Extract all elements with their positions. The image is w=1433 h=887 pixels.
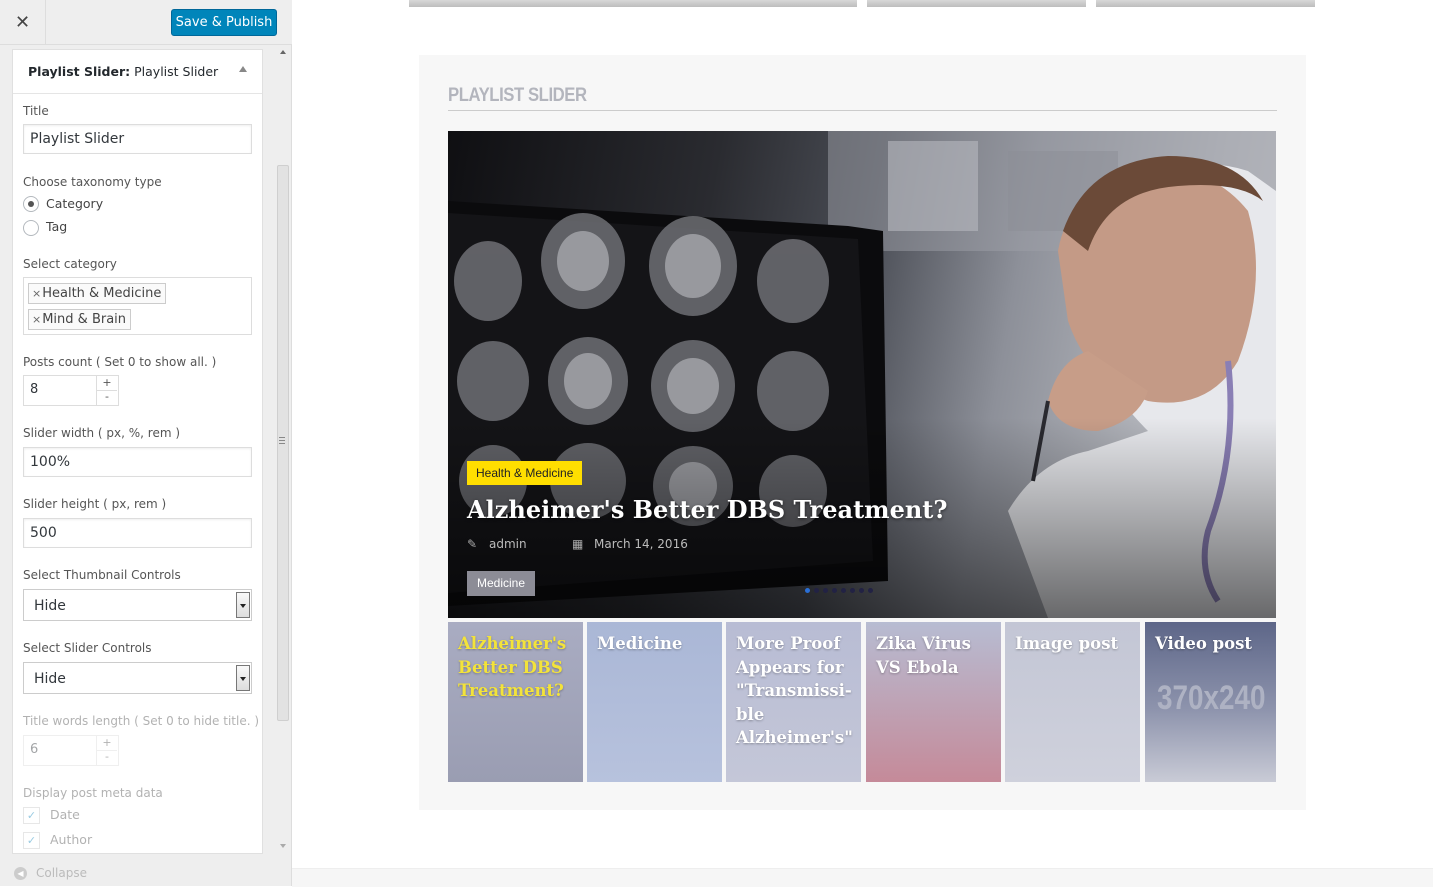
pencil-icon: ✎ [467, 537, 478, 551]
sidebar-scrollbar[interactable] [276, 45, 291, 854]
previous-widget-image [867, 0, 1086, 7]
hero-date: ▦ March 14, 2016 [572, 537, 688, 551]
site-preview: PLAYLIST SLIDER Health & Medicine Alzhei… [292, 0, 1433, 887]
calendar-icon: ▦ [572, 537, 584, 551]
decrement-button[interactable]: - [97, 750, 117, 764]
radio-tag-label: Tag [46, 219, 68, 234]
thumbnail-title: Image post [1015, 634, 1119, 653]
thumbnail-item[interactable]: Zika Virus VS Ebola [866, 622, 1001, 782]
collapse-label: Collapse [36, 866, 87, 880]
remove-icon[interactable]: × [32, 287, 41, 300]
remove-icon[interactable]: × [32, 313, 41, 326]
radio-category[interactable] [23, 196, 39, 212]
increment-button[interactable]: + [97, 376, 117, 391]
category-chip[interactable]: ×Health & Medicine [28, 283, 167, 304]
title-words-stepper[interactable]: 6 + - [23, 735, 119, 766]
playlist-slider-widget: PLAYLIST SLIDER Health & Medicine Alzhei… [419, 55, 1306, 810]
collapse-caret-icon[interactable] [239, 66, 247, 72]
category-multiselect[interactable]: ×Health & Medicine ×Mind & Brain [23, 277, 252, 335]
widget-title: PLAYLIST SLIDER [448, 85, 587, 106]
date-checkbox-label: Date [50, 807, 80, 822]
author-checkbox[interactable]: ✓ [23, 832, 40, 849]
thumbnail-item[interactable]: Image post [1005, 622, 1140, 782]
slider-width-label: Slider width ( px, %, rem ) [23, 426, 181, 440]
thumb-controls-select[interactable]: Hide [23, 589, 252, 621]
thumbnail-title: Alzheimer's Better DBS Treatment? [458, 634, 567, 700]
thumbnail-item[interactable]: Alzheimer's Better DBS Treatment? [448, 622, 583, 782]
hero-tag-badge[interactable]: Medicine [467, 571, 536, 596]
collapse-button[interactable]: ◀ Collapse [14, 866, 87, 880]
thumb-controls-label: Select Thumbnail Controls [23, 568, 181, 582]
thumbnail-item[interactable]: Medicine [587, 622, 722, 782]
thumbnail-title: Medicine [597, 634, 683, 653]
thumbnail-placeholder: 370x240 [1157, 679, 1266, 717]
monitor-lights [805, 582, 877, 597]
thumbnail-item[interactable]: Video post 370x240 [1145, 622, 1276, 782]
thumb-controls-value: Hide [34, 598, 66, 614]
meta-label: Display post meta data [23, 786, 163, 800]
title-input[interactable]: Playlist Slider [23, 124, 252, 154]
slider-controls-select[interactable]: Hide [23, 662, 252, 694]
chevron-down-icon[interactable] [236, 592, 250, 618]
widget-panel-header[interactable]: Playlist Slider: Playlist Slider [13, 50, 262, 94]
customizer-sidebar: ✕ Save & Publish Playlist Slider: Playli… [0, 0, 292, 886]
slider-width-input[interactable]: 100% [23, 447, 252, 477]
title-label: Title [23, 104, 49, 118]
title-words-value[interactable]: 6 [30, 742, 38, 757]
thumbnail-title: More Proof Appears for "Transmissi-ble A… [736, 634, 853, 747]
scroll-down-icon[interactable] [280, 844, 286, 848]
posts-count-value[interactable]: 8 [30, 382, 38, 397]
widget-panel: Playlist Slider: Playlist Slider Title P… [12, 49, 263, 854]
radio-tag[interactable] [23, 220, 39, 236]
author-checkbox-label: Author [50, 832, 93, 847]
decrement-button[interactable]: - [97, 390, 117, 404]
collapse-arrow-icon: ◀ [14, 867, 27, 880]
date-checkbox[interactable]: ✓ [23, 807, 40, 824]
slider-controls-label: Select Slider Controls [23, 641, 152, 655]
grip-icon [279, 437, 285, 444]
scroll-up-icon[interactable] [280, 50, 286, 54]
slider-height-label: Slider height ( px, rem ) [23, 497, 167, 511]
hero-title[interactable]: Alzheimer's Better DBS Treatment? [467, 495, 947, 524]
radio-category-label: Category [46, 196, 104, 211]
customizer-header: ✕ Save & Publish [0, 0, 292, 45]
save-publish-button[interactable]: Save & Publish [171, 9, 277, 36]
chevron-down-icon[interactable] [236, 665, 250, 691]
thumbnail-item[interactable]: More Proof Appears for "Transmissi-ble A… [726, 622, 861, 782]
previous-widget-image [1096, 0, 1315, 7]
slider-height-input[interactable]: 500 [23, 518, 252, 548]
category-label: Select category [23, 257, 117, 271]
previous-widget-image [409, 0, 857, 7]
category-chip[interactable]: ×Mind & Brain [28, 309, 132, 330]
thumbnail-title: Video post [1155, 634, 1253, 653]
hero-slide[interactable]: Health & Medicine Alzheimer's Better DBS… [448, 131, 1276, 618]
hero-author[interactable]: ✎ admin [467, 537, 527, 551]
title-divider [448, 110, 1277, 111]
posts-count-label: Posts count ( Set 0 to show all. ) [23, 355, 217, 369]
posts-count-stepper[interactable]: 8 + - [23, 375, 119, 406]
preview-footer [292, 868, 1433, 887]
taxonomy-label: Choose taxonomy type [23, 175, 162, 189]
widget-panel-title: Playlist Slider: Playlist Slider [28, 64, 219, 79]
thumbnail-strip: Alzheimer's Better DBS Treatment? Medici… [448, 622, 1276, 782]
increment-button[interactable]: + [97, 736, 117, 751]
title-words-label: Title words length ( Set 0 to hide title… [23, 714, 260, 728]
slider-controls-value: Hide [34, 671, 66, 687]
thumbnail-title: Zika Virus VS Ebola [876, 634, 971, 677]
close-icon[interactable]: ✕ [0, 0, 46, 45]
hero-category-badge[interactable]: Health & Medicine [467, 461, 583, 485]
